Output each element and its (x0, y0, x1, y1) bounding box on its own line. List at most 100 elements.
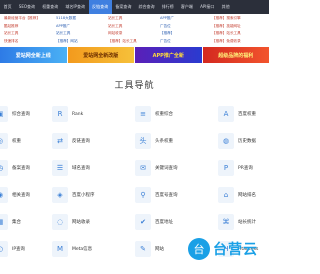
tool-label: Rank (72, 111, 84, 117)
tool-item[interactable]: ◍ 历史数据 (218, 130, 256, 152)
promo-link[interactable]: 【推荐】站长工具 (212, 31, 264, 36)
tool-icon: ✔ (135, 214, 151, 230)
nav-item[interactable]: 其他 (218, 0, 233, 14)
promo-link[interactable]: 【推荐】搜索引擎 (212, 16, 264, 21)
tool-icon: A (218, 106, 234, 122)
tool-icon: ◌ (52, 214, 68, 230)
promo-link[interactable]: 广告位 (160, 39, 212, 44)
nav-item[interactable]: 综合查询 (135, 0, 158, 14)
tool-icon: ▦ (0, 214, 8, 230)
promo-link[interactable]: 网站收录 (108, 31, 160, 36)
tool-item[interactable]: P PR查询 (218, 157, 253, 179)
tool-label: 反链查询 (72, 139, 90, 144)
promo-link[interactable]: APP推广 (160, 16, 212, 21)
nav-item[interactable]: 权重查询 (39, 0, 62, 14)
tool-item[interactable]: ✎ 网站 (135, 238, 164, 260)
promo-link[interactable]: 快速排名 (4, 39, 56, 44)
tool-item[interactable]: ◈ 百度小程序 (52, 184, 95, 206)
tool-icon: ⚲ (135, 187, 151, 203)
promo-link[interactable]: 【推荐】网站 (56, 39, 108, 44)
tool-item[interactable]: ▦ 集合 (0, 211, 21, 233)
tool-label: 权重综合 (155, 112, 173, 117)
tool-item[interactable]: A 百度权重 (218, 103, 256, 125)
nav-item[interactable]: 反链查询 (88, 0, 112, 14)
tool-item[interactable]: ◷ 备案查询 (0, 157, 30, 179)
section-title: 工具导航 (114, 81, 155, 91)
tool-label: 域名查询 (72, 166, 90, 171)
nav-item[interactable]: 首页 (0, 0, 15, 14)
tool-icon: ☰ (52, 160, 68, 176)
promo-link[interactable]: 【推荐】站长工具 (108, 39, 160, 44)
tool-item[interactable]: ⌂ 网站排名 (218, 184, 256, 206)
promo-link[interactable]: 5118大数据 (56, 16, 108, 21)
tool-icon: ◍ (218, 133, 234, 149)
nav-item[interactable]: 域名IP查询 (62, 0, 89, 14)
tool-item[interactable]: ☰ 域名查询 (52, 157, 90, 179)
promo-link[interactable]: 酷站推荐 (4, 24, 56, 29)
tool-label: 权重 (12, 139, 21, 144)
tool-label: Meta信息 (72, 247, 93, 252)
promo-link[interactable]: 站长工具 (56, 31, 108, 36)
tool-item[interactable]: ✔ 百度地址 (135, 211, 173, 233)
promo-link[interactable]: 广告位 (160, 24, 212, 29)
tool-row: ◉ 相关查询 ◈ 百度小程序 ⚲ 百度号查询 ⌂ 网站排名 (0, 184, 269, 206)
tool-icon: ▣ (0, 106, 8, 122)
tool-label: 网站排名 (238, 193, 256, 198)
tool-row: ◎ 权重 ⇄ 反链查询 头头条权重 ◍ 历史数据 (0, 130, 269, 152)
tool-item[interactable]: M Meta信息 (52, 238, 92, 260)
tool-item[interactable]: 头头条权重 (135, 130, 173, 152)
watermark: 台 台营云 (188, 238, 258, 260)
tool-item[interactable]: ⇄ 反链查询 (52, 130, 90, 152)
tool-label: 网站收录 (72, 220, 90, 225)
tool-label: 综合查询 (12, 112, 30, 117)
tool-icon: ≡ (135, 106, 151, 122)
nav-item[interactable]: 排行榜 (158, 0, 177, 14)
tool-label: 集合 (12, 220, 21, 225)
tool-icon: ✉ (135, 160, 151, 176)
promo-link[interactable]: 站长工具 (108, 16, 160, 21)
promo-link[interactable]: 站长工具 (108, 24, 160, 29)
tool-item[interactable]: ⌘ 站长统计 (218, 211, 256, 233)
tool-label: 网站 (155, 247, 164, 252)
link-row: 酷站推荐 APP推广 站长工具 广告位 【推荐】技能网址 (4, 23, 266, 31)
tool-icon: P (218, 160, 234, 176)
tool-label: 头条权重 (155, 139, 173, 144)
top-nav: 首页 SEO查询 权重查询 域名IP查询 反链查询 备案查询 综合查询 排行榜 客户端 API接口… (0, 0, 269, 14)
tool-label: 历史数据 (238, 139, 256, 144)
promo-link[interactable]: 【推荐】免费收录 (212, 39, 264, 44)
watermark-logo-icon: 台 (188, 238, 210, 260)
tool-row: ▦ 集合 ◌ 网站收录 ✔ 百度地址 ⌘ 站长统计 (0, 211, 269, 233)
link-row: 快速排名 【推荐】网站 【推荐】站长工具 广告位 【推荐】免费收录 (4, 38, 266, 46)
promo-link[interactable]: 站长工具 (4, 31, 56, 36)
tool-item[interactable]: ≡ 权重综合 (135, 103, 173, 125)
banner-4[interactable]: 超级品牌的福利 (202, 47, 269, 63)
banner-3[interactable]: APP推广全新 (135, 47, 202, 63)
tool-row: ◷ 备案查询 ☰ 域名查询 ✉ 关键词查询 P PR查询 (0, 157, 269, 179)
tool-item[interactable]: ▣ 综合查询 (0, 103, 30, 125)
tool-icon: ✎ (135, 241, 151, 257)
tool-icon: R (52, 106, 68, 122)
promo-link[interactable]: 最新经营平台【推荐】 (4, 16, 56, 21)
banner-2[interactable]: 爱站网全新改版 (67, 47, 134, 63)
tool-item[interactable]: ⚲ 百度号查询 (135, 184, 178, 206)
nav-item[interactable]: SEO查询 (15, 0, 38, 14)
tool-label: IP查询 (12, 247, 26, 252)
tool-icon: ⇄ (52, 133, 68, 149)
tool-item[interactable]: ◎ 权重 (0, 130, 21, 152)
tool-item[interactable]: ✉ 关键词查询 (135, 157, 178, 179)
tool-item[interactable]: ◉ 相关查询 (0, 184, 30, 206)
nav-item[interactable]: 客户端 (177, 0, 196, 14)
tool-icon: ◷ (0, 160, 8, 176)
promo-link[interactable]: APP推广 (56, 24, 108, 29)
tool-label: 百度小程序 (72, 193, 95, 198)
tool-item[interactable]: ◌ 网站收录 (52, 211, 90, 233)
link-row: 最新经营平台【推荐】 5118大数据 站长工具 APP推广 【推荐】搜索引擎 (4, 15, 266, 23)
promo-link[interactable]: 【推荐】 (160, 31, 212, 36)
tool-item[interactable]: R Rank (52, 103, 83, 125)
tool-label: 百度权重 (238, 112, 256, 117)
tool-item[interactable]: ◐ IP查询 (0, 238, 25, 260)
promo-link[interactable]: 【推荐】技能网址 (212, 24, 264, 29)
nav-item[interactable]: 备案查询 (112, 0, 135, 14)
banner-1[interactable]: 爱站网全新上线 (0, 47, 67, 63)
nav-item[interactable]: API接口 (197, 0, 219, 14)
